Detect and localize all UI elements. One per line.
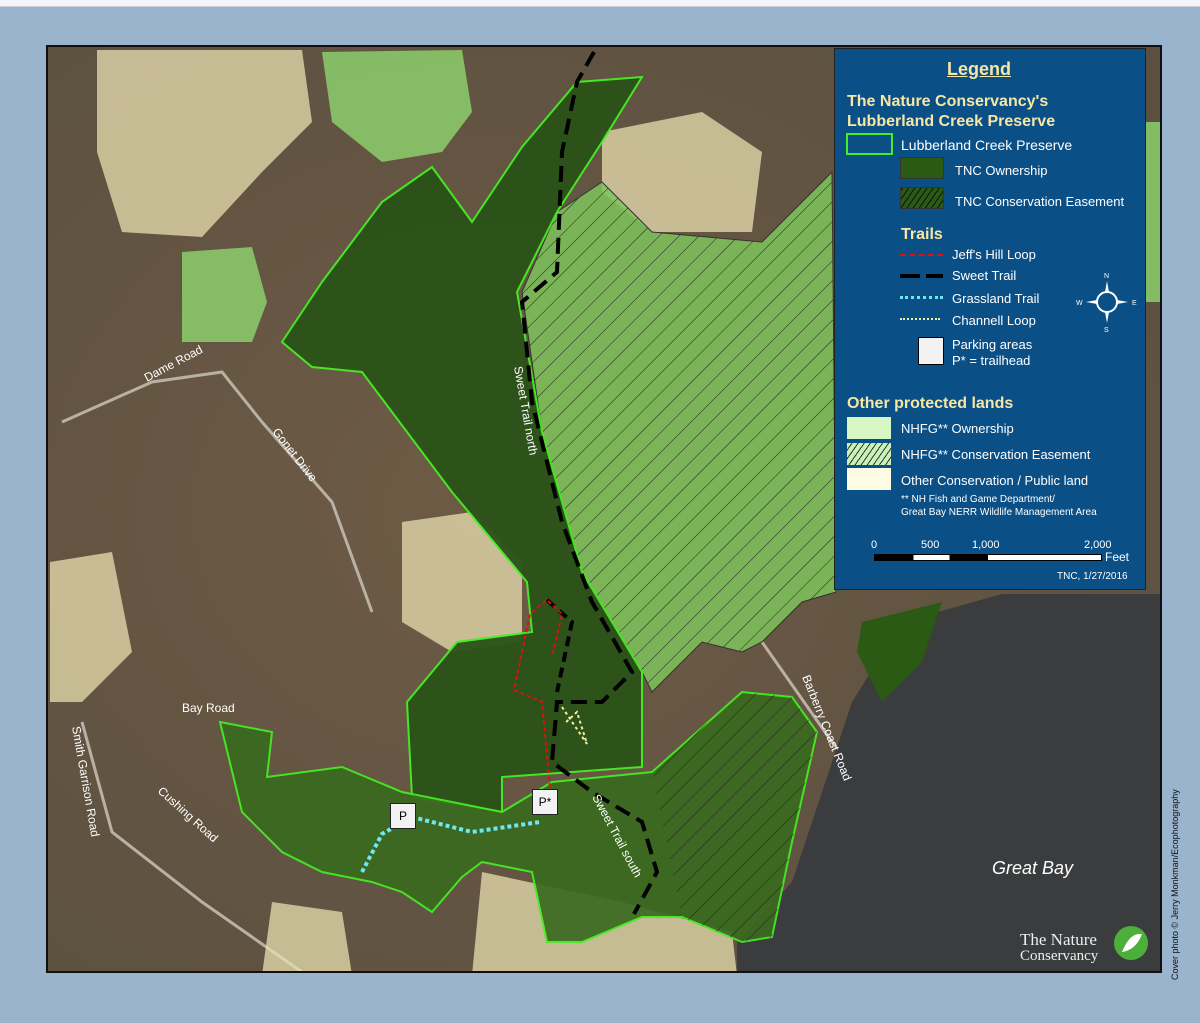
tnc-logo-text-2: Conservancy (1020, 948, 1099, 964)
preserve-heading-1: The Nature Conservancy's (847, 93, 1049, 110)
legend-tnc-easement: TNC Conservation Easement (955, 194, 1125, 209)
label-bay-road: Bay Road (182, 701, 235, 715)
legend-parking: Parking areas (952, 337, 1033, 352)
jeffs-swatch (900, 254, 943, 256)
parking-swatch (918, 337, 944, 365)
scale-tick-0: 0 (871, 539, 878, 551)
photo-credit-text: Cover photo © Jerry Monkman/Ecophotograp… (1170, 789, 1180, 980)
compass-n: N (1104, 273, 1109, 280)
legend-tnc-ownership: TNC Ownership (955, 163, 1048, 178)
footnote-2: Great Bay NERR Wildlife Management Area (901, 507, 1097, 518)
compass-rose-icon: N S W E (1076, 273, 1137, 334)
footnote-1: ** NH Fish and Game Department/ (901, 494, 1055, 505)
top-bar (0, 0, 1200, 7)
scale-tick-500: 500 (921, 539, 940, 551)
parking-trailhead[interactable]: P* (532, 789, 558, 815)
scale-tick-1000: 1,000 (972, 539, 1000, 551)
scale-bar (874, 554, 1102, 561)
map-legend: Legend The Nature Conservancy's Lubberla… (834, 48, 1146, 590)
compass-s: S (1104, 327, 1109, 334)
tnc-ownership-swatch (900, 157, 944, 179)
legend-preserve: Lubberland Creek Preserve (901, 137, 1073, 153)
legend-trailhead: P* = trailhead (952, 353, 1031, 368)
other-public-swatch (847, 468, 891, 490)
tnc-easement-swatch (900, 187, 944, 209)
other-lands-heading: Other protected lands (847, 395, 1014, 412)
preserve-heading-2: Lubberland Creek Preserve (847, 113, 1056, 130)
legend-date: TNC, 1/27/2016 (1057, 571, 1128, 582)
legend-other-public: Other Conservation / Public land (901, 473, 1089, 488)
label-great-bay: Great Bay (992, 858, 1074, 878)
legend-nhfg-easement: NHFG** Conservation Easement (901, 447, 1091, 462)
legend-nhfg-ownership: NHFG** Ownership (901, 421, 1014, 436)
channell-swatch (900, 318, 940, 320)
legend-title: Legend (947, 59, 1012, 79)
compass-e: E (1132, 300, 1137, 307)
preserve-swatch (846, 133, 893, 155)
parking-area[interactable]: P (390, 803, 416, 829)
scale-unit: Feet (1105, 550, 1130, 564)
grassland-swatch (900, 296, 943, 299)
legend-channell-loop: Channell Loop (952, 313, 1036, 328)
sweet-swatch (900, 274, 943, 278)
compass-w: W (1076, 300, 1083, 307)
legend-sweet-trail: Sweet Trail (952, 268, 1017, 283)
legend-jeffs-hill: Jeff's Hill Loop (952, 247, 1036, 262)
nhfg-easement-swatch (847, 443, 891, 465)
trails-heading: Trails (901, 226, 943, 243)
nhfg-ownership-swatch (847, 417, 891, 439)
legend-grassland-trail: Grassland Trail (952, 291, 1040, 306)
photo-credit: Cover photo © Jerry Monkman/Ecophotograp… (1166, 770, 1186, 980)
tnc-logo-text-1: The Nature (1020, 930, 1097, 949)
